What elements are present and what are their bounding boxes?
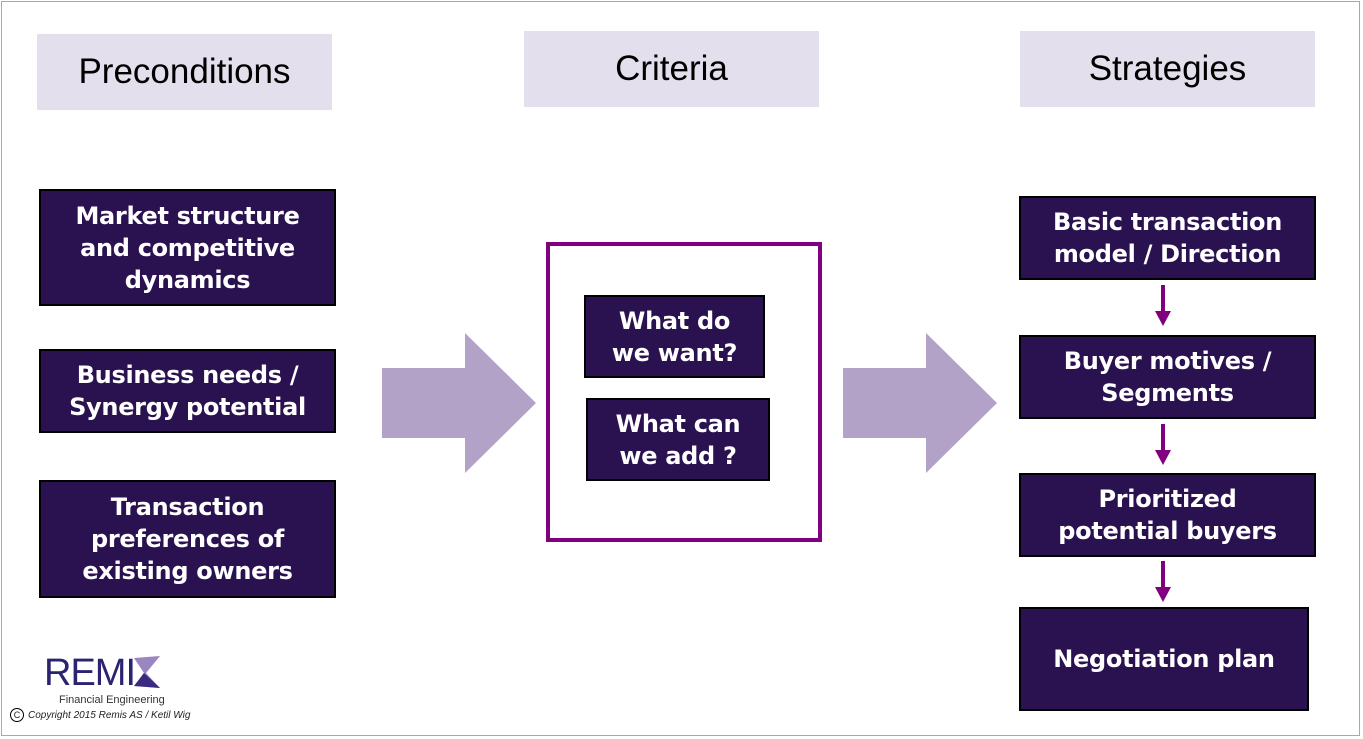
criteria-label: What can we add ? (615, 409, 741, 470)
precondition-label: Market structure and competitive dynamic… (75, 201, 300, 294)
strategy-label: Negotiation plan (1053, 645, 1275, 673)
precondition-box: Business needs / Synergy potential (39, 349, 336, 433)
strategy-box: Buyer motives / Segments (1019, 335, 1316, 419)
criteria-label: What do we want? (611, 306, 738, 367)
criteria-box: What can we add ? (586, 398, 770, 481)
precondition-label: Business needs / Synergy potential (69, 361, 306, 421)
logo-text: REMI (44, 652, 136, 694)
strategy-box: Negotiation plan (1019, 607, 1309, 711)
criteria-frame (546, 242, 822, 542)
logo-tagline: Financial Engineering (59, 694, 165, 706)
arrow-down-icon (1155, 561, 1171, 602)
arrow-down-icon (1155, 424, 1171, 465)
strategy-box: Prioritized potential buyers (1019, 473, 1316, 557)
precondition-box: Transaction preferences of existing owne… (39, 480, 336, 598)
header-criteria: Criteria (524, 31, 819, 107)
header-preconditions: Preconditions (37, 34, 332, 110)
strategy-label: Buyer motives / Segments (1063, 347, 1272, 407)
arrow-right-icon (382, 333, 536, 473)
copyright-text: Copyright 2015 Remis AS / Ketil Wig (28, 709, 191, 721)
precondition-box: Market structure and competitive dynamic… (39, 189, 336, 306)
copyright-icon: C (10, 708, 24, 722)
arrow-right-icon (843, 333, 997, 473)
criteria-box: What do we want? (584, 295, 765, 378)
strategy-box: Basic transaction model / Direction (1019, 196, 1316, 280)
copyright: C Copyright 2015 Remis AS / Ketil Wig (10, 708, 190, 722)
logo-chevron-icon (134, 656, 160, 688)
strategy-label: Prioritized potential buyers (1058, 485, 1277, 545)
header-strategies: Strategies (1020, 31, 1315, 107)
precondition-label: Transaction preferences of existing owne… (82, 493, 293, 585)
arrow-down-icon (1155, 285, 1171, 326)
strategy-label: Basic transaction model / Direction (1052, 208, 1283, 268)
